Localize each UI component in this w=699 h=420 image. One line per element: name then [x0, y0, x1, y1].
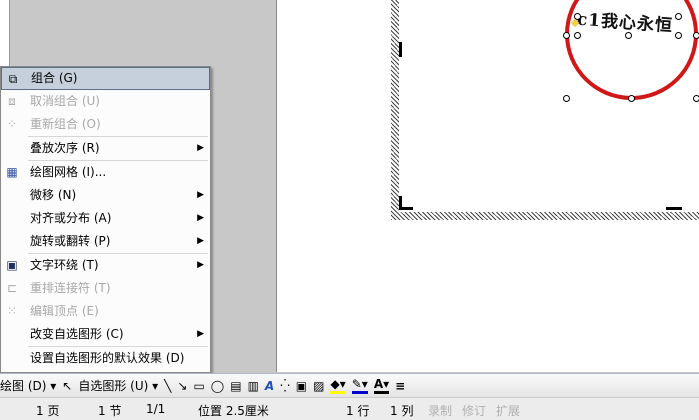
menu-item-change-autoshape[interactable]: 改变自选图形 (C) ▶	[1, 323, 210, 346]
selection-handle[interactable]	[563, 32, 570, 39]
menu-item-rotate-flip[interactable]: 旋转或翻转 (P) ▶	[1, 230, 210, 253]
selection-handle[interactable]	[574, 32, 581, 39]
draw-menu-button[interactable]: 绘图 (D) ▾	[0, 377, 56, 394]
group-icon: ⧉	[8, 72, 18, 86]
document-page[interactable]: c1我心永恒	[277, 0, 699, 372]
diagram-icon[interactable]: ⁛	[280, 379, 290, 393]
menu-item-group[interactable]: ⧉ 组合 (G)	[1, 67, 210, 90]
status-extend[interactable]: 扩展	[496, 402, 520, 419]
menu-item-text-wrapping[interactable]: ▣ 文字环绕 (T) ▶	[1, 254, 210, 277]
reroute-connectors-icon: ⊏	[6, 281, 18, 295]
insert-picture-icon[interactable]: ▨	[313, 379, 324, 393]
line-color-icon[interactable]: ✎▾	[351, 377, 368, 394]
submenu-arrow-icon: ▶	[197, 143, 204, 153]
drawing-toolbar: 绘图 (D) ▾ ↖ 自选图形 (U) ▾ ╲ ↘ ▭ ◯ ▤ ▥ A ⁛ ▣ …	[0, 373, 699, 397]
canvas-crop-handle[interactable]	[399, 207, 413, 210]
autoshapes-menu-button[interactable]: 自选图形 (U) ▾	[78, 377, 158, 394]
status-column: 1 列	[390, 404, 414, 418]
wordart-icon[interactable]: A	[265, 379, 274, 393]
status-track-changes[interactable]: 修订	[462, 402, 486, 419]
canvas-crop-handle[interactable]	[399, 42, 402, 57]
menu-item-grid[interactable]: ▦ 绘图网格 (I)...	[1, 161, 210, 184]
ungroup-icon: ⧈	[8, 94, 16, 108]
submenu-arrow-icon: ▶	[197, 236, 204, 246]
arrow-icon[interactable]: ↘	[177, 379, 187, 393]
menu-item-align-distribute[interactable]: 对齐或分布 (A) ▶	[1, 207, 210, 230]
menu-item-ungroup[interactable]: ⧈ 取消组合 (U)	[1, 90, 210, 113]
submenu-arrow-icon: ▶	[197, 329, 204, 339]
menu-item-nudge[interactable]: 微移 (N) ▶	[1, 184, 210, 207]
selection-handle[interactable]	[675, 13, 682, 20]
menu-item-order[interactable]: 叠放次序 (R) ▶	[1, 137, 210, 160]
oval-icon[interactable]: ◯	[211, 379, 224, 393]
submenu-arrow-icon: ▶	[197, 260, 204, 270]
selection-handle[interactable]	[563, 95, 570, 102]
text-wrap-icon: ▣	[6, 258, 18, 272]
menu-item-edit-points[interactable]: ⁙ 编辑顶点 (E)	[1, 300, 210, 323]
status-page-count: 1/1	[146, 402, 166, 416]
rectangle-icon[interactable]: ▭	[193, 379, 204, 393]
status-position: 位置 2.5厘米	[198, 404, 269, 418]
submenu-arrow-icon: ▶	[197, 190, 204, 200]
select-objects-icon[interactable]: ↖	[62, 379, 72, 393]
canvas-crop-handle[interactable]	[666, 207, 682, 210]
vertical-text-box-icon[interactable]: ▥	[248, 379, 259, 393]
status-section: 1 节	[98, 404, 122, 418]
context-menu: ⧉ 组合 (G) ⧈ 取消组合 (U) ⁘ 重新组合 (O) 叠放次序 (R) ▶ ▦ 绘…	[0, 66, 211, 373]
line-style-icon[interactable]: ≡	[395, 379, 405, 393]
status-page: 1 页	[36, 404, 60, 418]
status-line: 1 行	[346, 404, 370, 418]
selection-handle[interactable]	[693, 32, 699, 39]
selection-handle[interactable]	[625, 32, 632, 39]
menu-item-reroute-connectors[interactable]: ⊏ 重排连接符 (T)	[1, 277, 210, 300]
clip-art-icon[interactable]: ▣	[296, 379, 307, 393]
selection-handle[interactable]	[675, 32, 682, 39]
menu-item-regroup[interactable]: ⁘ 重新组合 (O)	[1, 113, 210, 136]
grid-icon: ▦	[6, 165, 18, 179]
status-record[interactable]: 录制	[428, 402, 452, 419]
fill-color-icon[interactable]: ◆▾	[330, 377, 346, 394]
submenu-arrow-icon: ▶	[197, 213, 204, 223]
text-box-icon[interactable]: ▤	[230, 379, 241, 393]
font-color-icon[interactable]: A▾	[373, 377, 390, 394]
menu-item-set-autoshape-defaults[interactable]: 设置自选图形的默认效果 (D)	[1, 347, 210, 370]
edit-points-icon: ⁙	[6, 304, 18, 318]
selection-handle[interactable]	[693, 95, 699, 102]
status-bar: 1 页 1 节 1/1 位置 2.5厘米 1 行 1 列 录制 修订 扩展	[0, 397, 699, 420]
regroup-icon: ⁘	[6, 117, 18, 131]
selection-handle[interactable]	[628, 95, 635, 102]
line-icon[interactable]: ╲	[164, 379, 171, 393]
